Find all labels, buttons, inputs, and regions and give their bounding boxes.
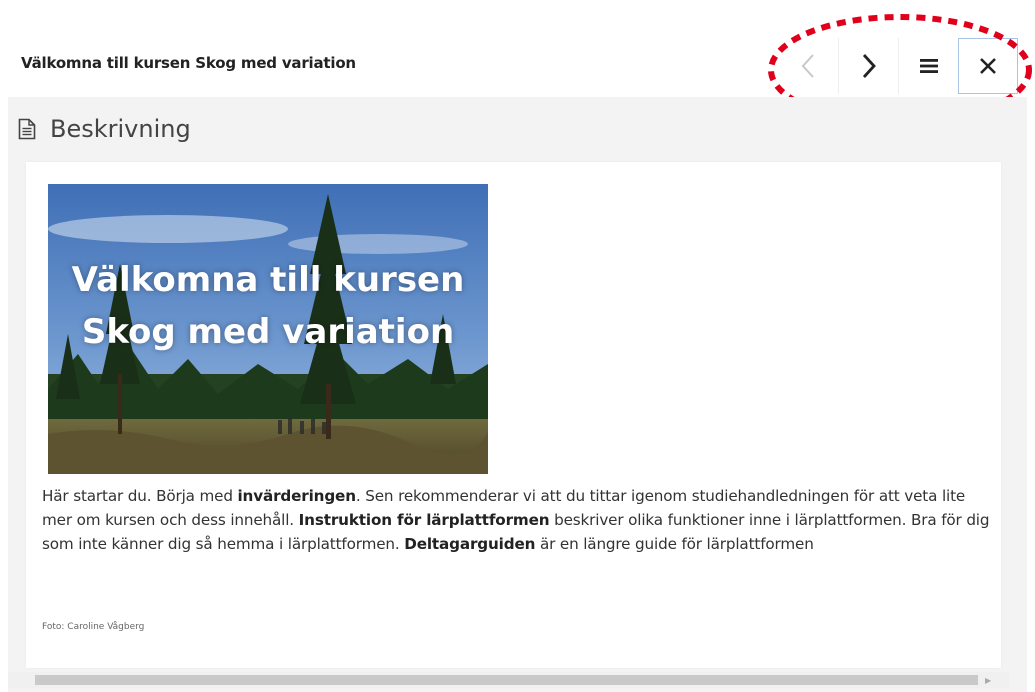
description-card: Välkomna till kursen Skog med variation … (26, 162, 1001, 668)
banner-text: Välkomna till kursen Skog med variation (48, 254, 488, 358)
desc-bold-invarderingen: invärderingen (237, 487, 357, 505)
desc-bold-deltagarguiden: Deltagarguiden (404, 535, 536, 553)
desc-text-4: är en längre guide för lärplattformen (535, 535, 814, 553)
course-title: Välkomna till kursen Skog med variation (21, 54, 356, 72)
content-area: Beskrivning Välkomna till kursen Skog me… (8, 97, 1027, 692)
course-banner-image: Välkomna till kursen Skog med variation (48, 184, 488, 474)
horizontal-scrollbar[interactable]: ◀ ▶ (8, 672, 1009, 688)
section-heading: Beskrivning (18, 115, 191, 143)
desc-bold-instruktion: Instruktion för lärplattformen (298, 511, 550, 529)
scroll-right-icon[interactable]: ▶ (985, 676, 991, 685)
section-title: Beskrivning (50, 115, 191, 143)
document-icon (18, 118, 36, 140)
top-bar: Välkomna till kursen Skog med variation (0, 0, 1035, 126)
banner-line-1: Välkomna till kursen (71, 260, 465, 300)
banner-line-2: Skog med variation (81, 312, 455, 352)
scrollbar-thumb[interactable] (35, 675, 978, 685)
description-text: Här startar du. Börja med invärderingen.… (42, 484, 997, 556)
photo-credit: Foto: Caroline Vågberg (42, 622, 145, 632)
desc-text-1: Här startar du. Börja med (42, 487, 238, 505)
